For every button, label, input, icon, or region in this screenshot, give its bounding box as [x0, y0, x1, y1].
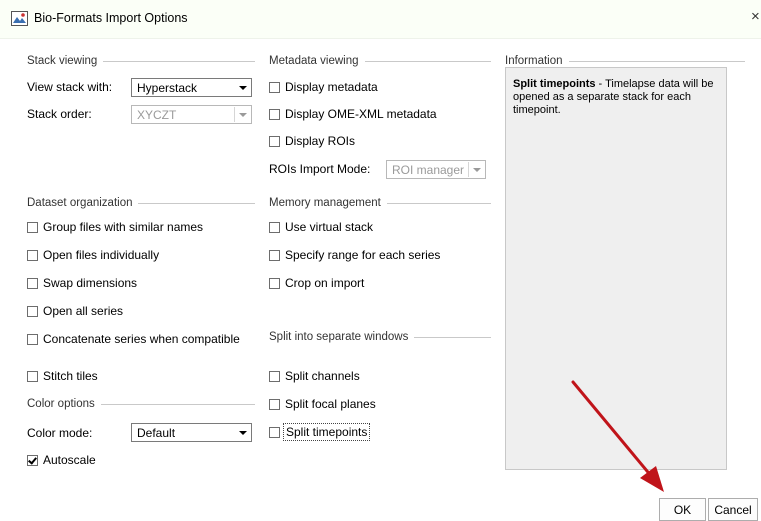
annotation-arrow [571, 380, 664, 492]
